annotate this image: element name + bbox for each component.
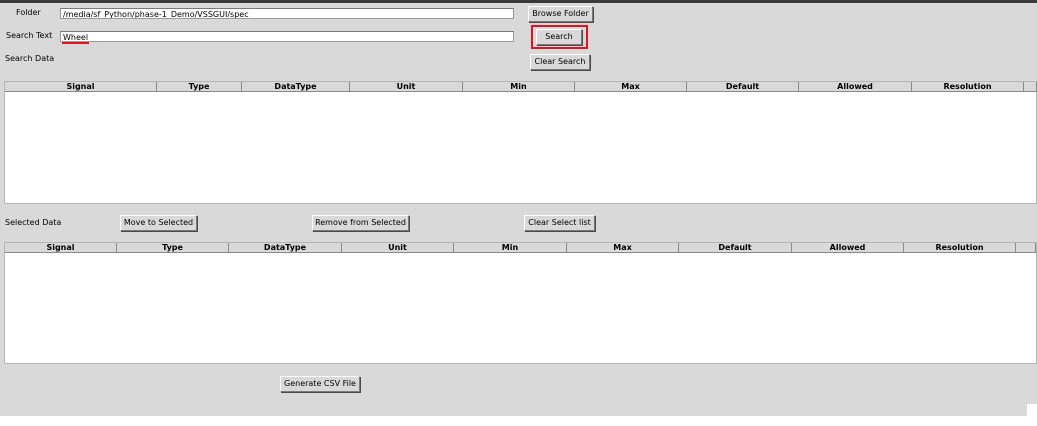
generate-csv-button[interactable]: Generate CSV File [280,376,360,392]
column-header-allowed[interactable]: Allowed [792,243,904,253]
search-results-table[interactable]: Signal Type DataType Unit Min Max Defaul… [4,81,1037,204]
column-header-min[interactable]: Min [454,243,567,253]
window-top-border [0,0,1037,3]
search-button[interactable]: Search [536,29,582,45]
column-header-datatype[interactable]: DataType [242,82,350,92]
column-header-type[interactable]: Type [117,243,229,253]
folder-path-input[interactable]: /media/sf_Python/phase-1_Demo/VSSGUI/spe… [60,8,514,19]
search-results-header: Signal Type DataType Unit Min Max Defaul… [5,82,1037,92]
column-header-resolution[interactable]: Resolution [912,82,1024,92]
column-header-unit[interactable]: Unit [342,243,454,253]
search-data-label: Search Data [5,54,55,63]
column-header-filler [1016,243,1036,253]
column-header-default[interactable]: Default [679,243,792,253]
clear-select-list-button[interactable]: Clear Select list [524,215,595,231]
column-header-resolution[interactable]: Resolution [904,243,1016,253]
folder-label: Folder [16,8,41,17]
selected-data-header: Signal Type DataType Unit Min Max Defaul… [5,243,1036,253]
column-header-filler [1024,82,1037,92]
move-to-selected-button[interactable]: Move to Selected [120,215,197,231]
column-header-max[interactable]: Max [575,82,687,92]
browse-folder-button[interactable]: Browse Folder [528,6,593,22]
remove-from-selected-button[interactable]: Remove from Selected [312,215,409,231]
search-text-label: Search Text [6,31,53,40]
column-header-allowed[interactable]: Allowed [799,82,912,92]
column-header-type[interactable]: Type [157,82,242,92]
clear-search-button[interactable]: Clear Search [530,54,590,70]
selected-data-table[interactable]: Signal Type DataType Unit Min Max Defaul… [4,242,1037,364]
column-header-signal[interactable]: Signal [5,82,157,92]
selected-data-label: Selected Data [5,218,62,227]
column-header-max[interactable]: Max [567,243,679,253]
window-bottom-area [0,416,1037,426]
column-header-min[interactable]: Min [463,82,575,92]
column-header-default[interactable]: Default [687,82,799,92]
column-header-datatype[interactable]: DataType [229,243,342,253]
search-input[interactable]: Wheel [60,31,514,42]
column-header-signal[interactable]: Signal [5,243,117,253]
search-value-underline [62,42,89,44]
window-corner [1027,404,1037,416]
column-header-unit[interactable]: Unit [350,82,463,92]
